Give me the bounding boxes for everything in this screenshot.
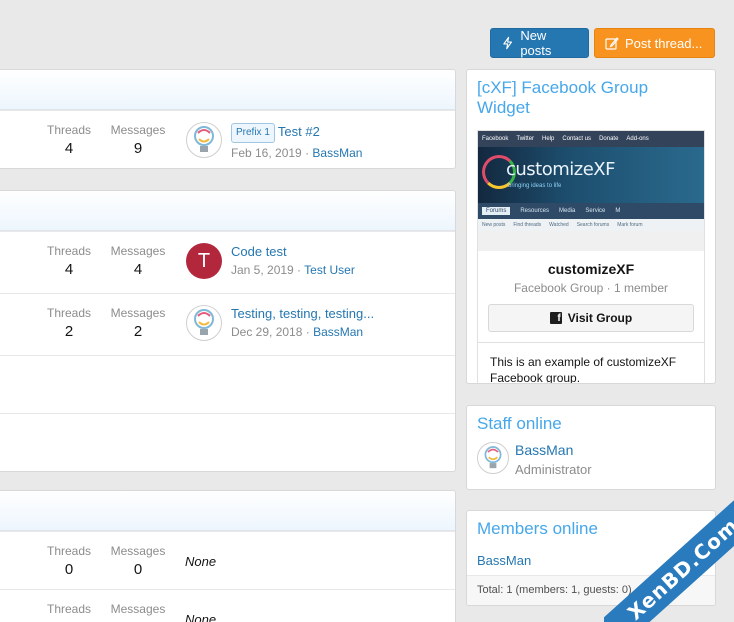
widget-title[interactable]: [cXF] Facebook Group Widget	[467, 70, 715, 118]
separator: ·	[301, 146, 313, 160]
threads-stat: Threads 0	[39, 602, 99, 622]
post-thread-label: Post thread...	[625, 35, 703, 51]
latest-date: Feb 16, 2019	[231, 146, 302, 160]
threads-label: Threads	[46, 602, 92, 616]
latest-date: Dec 29, 2018	[231, 325, 303, 339]
threads-stat: Threads 2	[39, 306, 99, 340]
category-header[interactable]	[0, 70, 455, 110]
forum-category-block: Threads 4 Messages 4 T Code test Jan 5, …	[0, 190, 456, 472]
watermark: XenBD.Com	[604, 498, 734, 622]
forum-node-row[interactable]: Threads 4 Messages 4 T Code test Jan 5, …	[0, 231, 455, 293]
staff-member: BassMan Administrator	[467, 434, 715, 484]
messages-count: 9	[133, 140, 143, 157]
latest-post: Code test Jan 5, 2019 · Test User	[231, 244, 355, 277]
avatar[interactable]	[186, 122, 222, 158]
latest-none: None	[185, 612, 217, 622]
latest-none: None	[185, 554, 217, 569]
messages-label: Messages	[110, 123, 166, 137]
facebook-icon: f	[549, 312, 562, 324]
watermark-text: XenBD.Com	[604, 498, 734, 622]
staff-role: Administrator	[515, 462, 592, 477]
new-posts-label: New posts	[520, 28, 552, 58]
forum-category-block: Threads 4 Messages 9 Prefix 1 Test #2 Feb…	[0, 69, 456, 169]
threads-stat: Threads 0	[39, 544, 99, 578]
facebook-group-card: Facebook Twitter Help Contact us Donate …	[477, 130, 705, 383]
category-header[interactable]	[0, 491, 455, 531]
forum-node-row[interactable]: Threads 0 Messages 0 None	[0, 531, 455, 589]
widget-title[interactable]: Staff online	[467, 406, 715, 434]
visit-group-button[interactable]: f Visit Group	[488, 304, 694, 332]
threads-count: 4	[64, 261, 74, 278]
forum-category-block: Threads 0 Messages 0 None Threads 0 Mess…	[0, 490, 456, 622]
group-name: customizeXF	[547, 261, 635, 277]
messages-stat: Messages 2	[108, 306, 168, 340]
facebook-group-widget: [cXF] Facebook Group Widget Facebook Twi…	[466, 69, 716, 384]
category-header[interactable]	[0, 191, 455, 231]
threads-stat: Threads 4	[39, 244, 99, 278]
messages-count: 0	[133, 561, 143, 578]
staff-online-widget: Staff online BassMan Administrator	[466, 405, 716, 490]
threads-stat: Threads 4	[39, 123, 99, 157]
post-thread-button[interactable]: Post thread...	[594, 28, 715, 58]
latest-date: Jan 5, 2019	[231, 263, 294, 277]
lightbulb-icon	[484, 446, 502, 469]
new-posts-button[interactable]: New posts	[490, 28, 589, 58]
forum-node-row[interactable]	[0, 355, 455, 413]
edit-icon	[605, 37, 619, 50]
threads-label: Threads	[46, 244, 92, 258]
latest-thread-link[interactable]: Test #2	[278, 124, 320, 139]
threads-count: 2	[64, 323, 74, 340]
threads-label: Threads	[46, 306, 92, 320]
messages-stat: Messages 4	[108, 244, 168, 278]
avatar[interactable]	[477, 442, 509, 474]
messages-stat: Messages 9	[108, 123, 168, 157]
forum-node-row[interactable]: Threads 4 Messages 9 Prefix 1 Test #2 Feb…	[0, 110, 455, 168]
lightbulb-icon	[194, 126, 214, 152]
latest-thread-link[interactable]: Testing, testing, testing...	[231, 306, 374, 322]
separator: ·	[302, 325, 314, 339]
lightning-icon	[503, 36, 513, 50]
latest-post: Testing, testing, testing... Dec 29, 201…	[231, 306, 374, 339]
latest-user-link[interactable]: Test User	[304, 263, 355, 277]
group-cover-image: Facebook Twitter Help Contact us Donate …	[478, 131, 704, 251]
threads-count: 0	[64, 561, 74, 578]
messages-count: 4	[133, 261, 143, 278]
cover-logo: customizeXF	[506, 159, 616, 180]
threads-label: Threads	[46, 544, 92, 558]
lightbulb-icon	[194, 309, 214, 335]
latest-post: Prefix 1 Test #2 Feb 16, 2019 · BassMan	[231, 123, 362, 160]
forum-node-row[interactable]: Threads 2 Messages 2 Testing, testing, t…	[0, 293, 455, 355]
threads-label: Threads	[46, 123, 92, 137]
separator: ·	[293, 263, 305, 277]
staff-name-link[interactable]: BassMan	[515, 442, 573, 458]
latest-thread-link[interactable]: Code test	[231, 244, 355, 260]
latest-user-link[interactable]: BassMan	[312, 146, 362, 160]
messages-label: Messages	[110, 544, 166, 558]
threads-count: 4	[64, 140, 74, 157]
visit-group-label: Visit Group	[567, 311, 633, 325]
messages-label: Messages	[110, 244, 166, 258]
messages-count: 2	[133, 323, 143, 340]
group-info: Facebook Group · 1 member	[513, 281, 669, 295]
thread-prefix[interactable]: Prefix 1	[231, 123, 275, 143]
messages-label: Messages	[110, 306, 166, 320]
avatar[interactable]: T	[186, 243, 222, 279]
messages-stat: Messages 0	[108, 544, 168, 578]
messages-stat: Messages 0	[108, 602, 168, 622]
forum-node-row[interactable]	[0, 413, 455, 471]
group-description: This is an example of customizeXF Facebo…	[478, 342, 704, 383]
avatar[interactable]	[186, 305, 222, 341]
latest-user-link[interactable]: BassMan	[313, 325, 363, 339]
forum-node-row[interactable]: Threads 0 Messages 0 None	[0, 589, 455, 622]
messages-label: Messages	[110, 602, 166, 616]
